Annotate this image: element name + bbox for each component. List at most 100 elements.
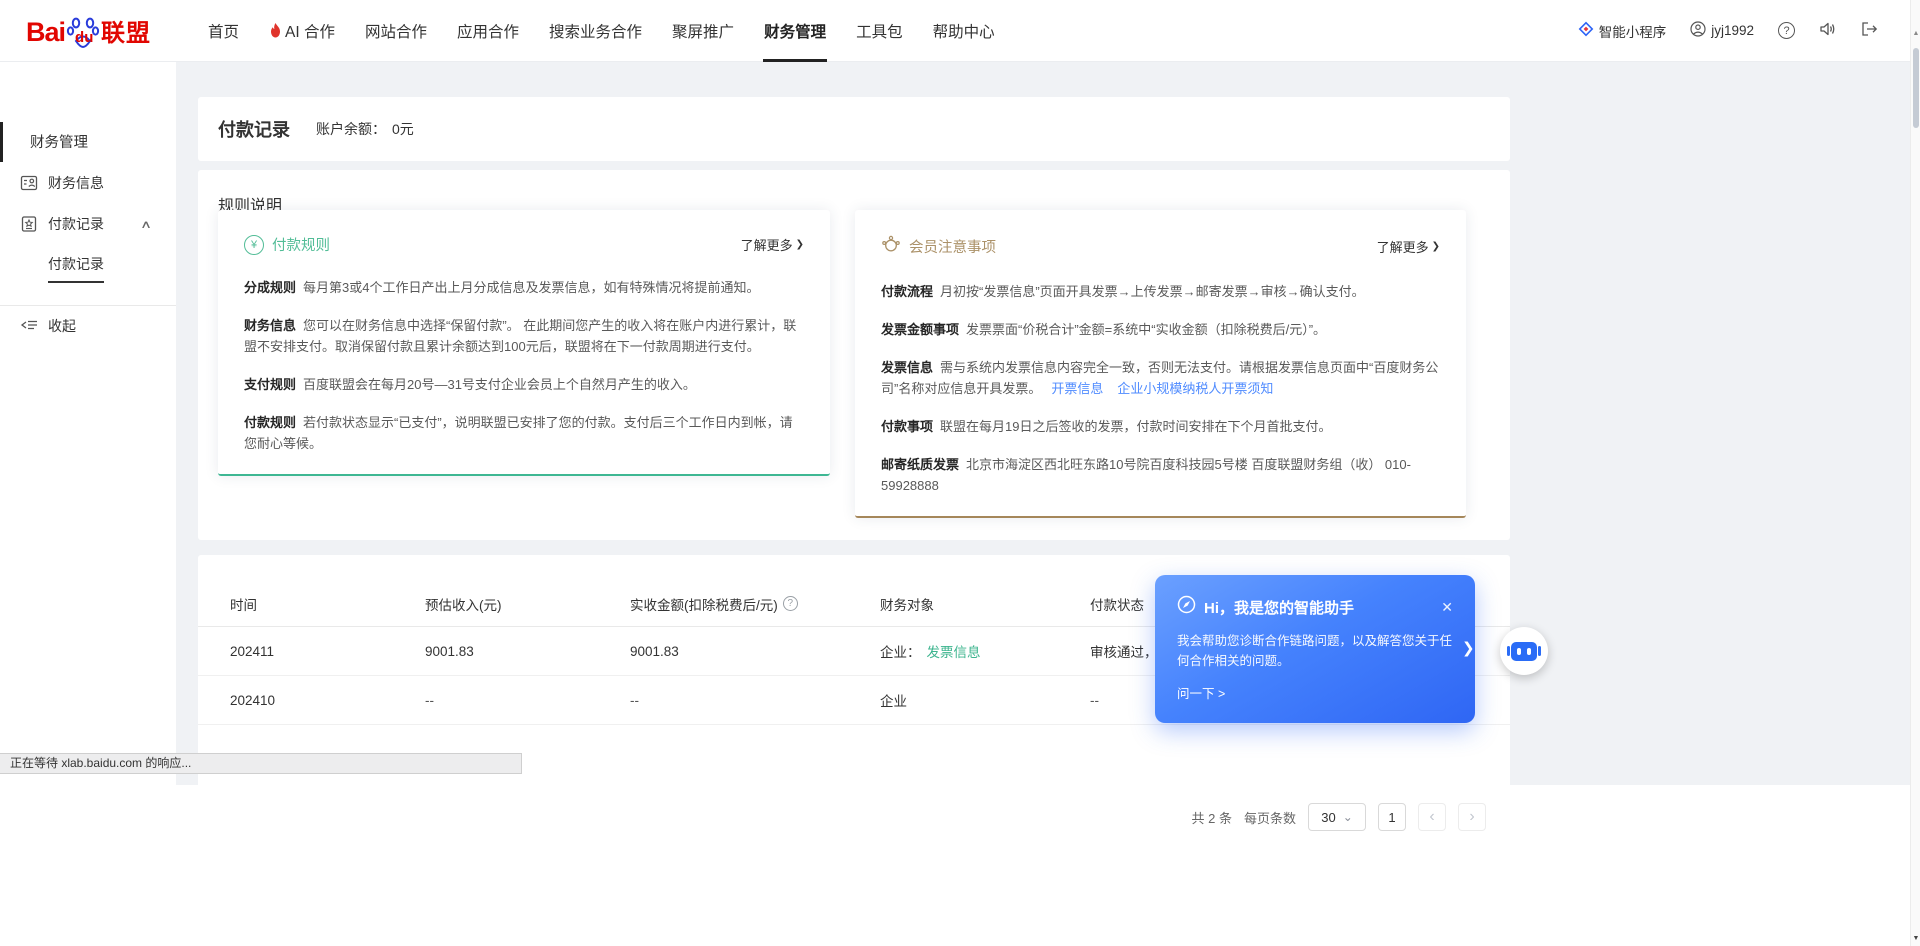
nav-item-ai[interactable]: AI 合作 <box>254 0 350 62</box>
prev-page-button[interactable]: ‹ <box>1418 803 1446 831</box>
payment-rules-panel: ¥ 付款规则 了解更多 ❯ 分成规则每月第3或4个工作日产出上月分成信息及发票信… <box>218 210 830 476</box>
entity-label: 企业： <box>880 645 921 660</box>
rule-label: 财务信息 <box>244 318 296 333</box>
rule-label: 邮寄纸质发票 <box>881 457 959 472</box>
nav-item-app[interactable]: 应用合作 <box>442 0 534 62</box>
cell-time: 202411 <box>230 644 425 659</box>
app-body: 财务管理 财务信息 <box>0 62 1920 785</box>
rule-item: 邮寄纸质发票北京市海淀区西北旺东路10号院百度科技园5号楼 百度联盟财务组（收）… <box>881 454 1440 496</box>
miniapp-icon <box>1578 21 1594 40</box>
more-label: 了解更多 <box>741 235 793 254</box>
sidebar-item-label: 财务信息 <box>48 173 104 193</box>
member-notes-more-link[interactable]: 了解更多 ❯ <box>1377 237 1440 256</box>
assistant-arrow-icon: ❯ <box>1462 639 1475 657</box>
payment-rules-body: 分成规则每月第3或4个工作日产出上月分成信息及发票信息，如有特殊情况将提前通知。… <box>244 277 804 454</box>
rule-item: 发票信息需与系统内发票信息内容完全一致，否则无法支付。请根据发票信息页面中“百度… <box>881 357 1440 399</box>
payment-rules-header: ¥ 付款规则 了解更多 ❯ <box>244 234 804 255</box>
robot-ear-right <box>1538 646 1541 656</box>
top-nav: Bai du 联盟 首页 AI 合作 网站合作 <box>0 0 1920 62</box>
rule-text: 每月第3或4个工作日产出上月分成信息及发票信息，如有特殊情况将提前通知。 <box>303 280 759 295</box>
main-content: 付款记录 账户余额：0元 规则说明 ¥ 付款规则 了解更多 ❯ <box>176 62 1920 785</box>
crown-icon <box>881 234 901 259</box>
sidebar-divider <box>0 305 176 306</box>
miniapp-label: 智能小程序 <box>1599 21 1667 41</box>
scrollbar-thumb[interactable] <box>1913 48 1919 128</box>
browser-status-bar: 正在等待 xlab.baidu.com 的响应... <box>0 753 522 774</box>
account-balance: 账户余额： 0元 <box>316 119 414 139</box>
nav-item-finance[interactable]: 财务管理 <box>749 0 841 62</box>
scroll-down-arrow[interactable]: ▼ <box>1911 935 1920 942</box>
pagination: 共 2 条 每页条数 30 ⌄ 1 ‹ › <box>1192 803 1486 831</box>
close-icon[interactable]: ✕ <box>1441 599 1453 616</box>
chevron-down-icon: ⌄ <box>1343 813 1353 821</box>
rule-label: 分成规则 <box>244 280 296 295</box>
rule-item: 付款事项联盟在每月19日之后签收的发票，付款时间安排在下个月首批支付。 <box>881 416 1440 437</box>
cell-actual: -- <box>630 693 880 708</box>
baidu-paw-icon: du <box>66 14 100 48</box>
page-title: 付款记录 <box>218 116 290 142</box>
rule-text: 您可以在财务信息中选择“保留付款”。 在此期间您产生的收入将在账户内进行累计，联… <box>244 318 796 354</box>
invoice-info-link[interactable]: 发票信息 <box>927 645 981 660</box>
invoice-info-link[interactable]: 开票信息 <box>1051 381 1103 396</box>
payment-record-icon <box>20 215 38 233</box>
rule-item: 分成规则每月第3或4个工作日产出上月分成信息及发票信息，如有特殊情况将提前通知。 <box>244 277 804 298</box>
sidebar-subitem-payment-record[interactable]: 付款记录 <box>48 254 104 283</box>
rule-label: 支付规则 <box>244 377 296 392</box>
nav-item-search-business[interactable]: 搜索业务合作 <box>534 0 657 62</box>
chevron-up-icon[interactable]: ∧ <box>140 218 152 231</box>
rule-item: 付款流程月初按“发票信息”页面开具发票→上传发票→邮寄发票→审核→确认支付。 <box>881 281 1440 302</box>
nav-item-toolkit[interactable]: 工具包 <box>841 0 918 62</box>
rule-label: 付款流程 <box>881 284 933 299</box>
small-taxpayer-guide-link[interactable]: 企业小规模纳税人开票须知 <box>1117 381 1273 396</box>
nav-item-website[interactable]: 网站合作 <box>350 0 442 62</box>
question-icon: ? <box>1778 22 1795 39</box>
col-estimated-income: 预估收入(元) <box>425 594 630 614</box>
nav-right: 智能小程序 jyj1992 ? <box>1578 21 1878 41</box>
cell-entity: 企业 <box>880 690 1090 710</box>
rule-text: 北京市海淀区西北旺东路10号院百度科技园5号楼 百度联盟财务组（收） 010-5… <box>881 457 1411 493</box>
username: jyj1992 <box>1711 23 1754 38</box>
miniapp-entry[interactable]: 智能小程序 <box>1578 21 1667 41</box>
rule-item: 发票金额事项发票票面“价税合计”金额=系统中“实收金额（扣除税费后/元）”。 <box>881 319 1440 340</box>
nav-item-juping[interactable]: 聚屏推广 <box>657 0 749 62</box>
per-page-label: 每页条数 <box>1244 808 1296 827</box>
sidebar-item-finance-info[interactable]: 财务信息 <box>0 172 176 194</box>
assistant-ask-link[interactable]: 问一下 > <box>1177 683 1453 702</box>
col-time: 时间 <box>230 594 425 614</box>
info-tooltip-icon[interactable]: ? <box>783 596 798 611</box>
nav-item-help-center[interactable]: 帮助中心 <box>918 0 1010 62</box>
assistant-title: Hi，我是您的智能助手 <box>1204 597 1354 618</box>
announcement-button[interactable] <box>1819 21 1837 40</box>
help-button[interactable]: ? <box>1778 22 1795 39</box>
finance-info-icon <box>20 174 38 192</box>
balance-label: 账户余额： <box>316 121 386 137</box>
flame-icon <box>269 23 282 38</box>
rule-text: 发票票面“价税合计”金额=系统中“实收金额（扣除税费后/元）”。 <box>966 322 1326 337</box>
rule-text: 百度联盟会在每月20号—31号支付企业会员上个自然月产生的收入。 <box>303 377 696 392</box>
assistant-body: 我会帮助您诊断合作链路问题，以及解答您关于任何合作相关的问题。 <box>1177 631 1463 671</box>
cell-actual: 9001.83 <box>630 644 880 659</box>
rule-label: 付款规则 <box>244 415 296 430</box>
assistant-robot-button[interactable] <box>1500 627 1548 675</box>
rules-card: 规则说明 ¥ 付款规则 了解更多 ❯ 分成规则每月第3或4个工作日产出上月分成信… <box>198 170 1510 540</box>
rule-item: 支付规则百度联盟会在每月20号—31号支付企业会员上个自然月产生的收入。 <box>244 374 804 395</box>
sidebar-item-payment-record[interactable]: 付款记录 ∧ <box>0 213 176 235</box>
sidebar-collapse-button[interactable]: 收起 <box>0 314 176 338</box>
robot-ear-left <box>1507 646 1510 656</box>
nav-item-home[interactable]: 首页 <box>193 0 254 62</box>
logout-icon <box>1861 21 1878 40</box>
member-notes-title: 会员注意事项 <box>909 236 996 257</box>
robot-icon <box>1511 642 1537 661</box>
payment-rules-more-link[interactable]: 了解更多 ❯ <box>741 235 804 254</box>
next-page-button[interactable]: › <box>1458 803 1486 831</box>
scroll-up-arrow[interactable]: ▲ <box>1911 30 1920 37</box>
baidu-union-logo[interactable]: Bai du 联盟 <box>26 13 151 48</box>
scrollbar: ▲ ▼ <box>1910 0 1920 946</box>
user-entry[interactable]: jyj1992 <box>1690 21 1754 40</box>
logout-button[interactable] <box>1861 21 1878 40</box>
balance-value: 0元 <box>392 121 414 137</box>
page-number-1[interactable]: 1 <box>1378 803 1406 831</box>
per-page-select[interactable]: 30 ⌄ <box>1308 803 1366 831</box>
cell-entity: 企业： 发票信息 <box>880 641 1090 661</box>
sidebar-section-finance-management[interactable]: 财务管理 <box>30 131 88 152</box>
